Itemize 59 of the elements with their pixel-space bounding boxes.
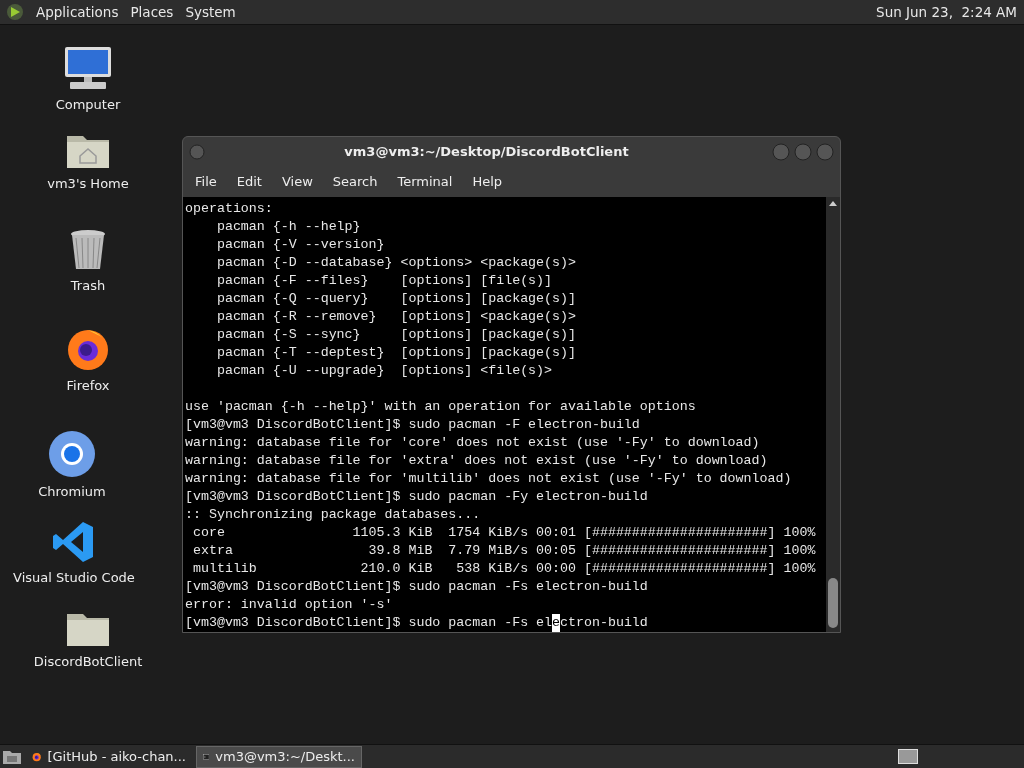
desktop-icon-label[interactable]: vm3's Home [47,174,129,194]
panel-clock: Sun Jun 23, 2:24 AM [876,2,1017,22]
terminal-line: pacman {-F --files} [options] [file(s)] [215,272,553,290]
terminal-line: pacman {-R --remove} [options] <package(s)> [215,308,576,326]
app-menu-logo-icon [6,3,24,21]
desktop-icon-label[interactable]: Trash [70,276,106,296]
window-title: vm3@vm3:~/Desktop/DiscordBotClient [343,143,630,162]
scrollbar[interactable] [826,197,840,632]
close-button-icon [816,143,834,161]
terminal-line: pacman {-T --deptest} [options] [package(s)] [215,344,576,362]
terminal-line: [vm3@vm3 DiscordBotClient]$ sudo pacman -Fs electron-build [185,578,648,596]
terminal-line: :: Synchronizing package databases... [185,506,481,524]
terminal-line: pacman {-D --database} <options> <package(s)> [215,254,576,272]
trash-icon [68,228,108,272]
terminal-line: error: invalid option '-s' [185,596,393,614]
maximize-button-icon [794,143,812,161]
terminal-line: pacman {-U --upgrade} [options] <file(s)> [215,362,553,380]
panel-menu[interactable]: Applications [36,1,119,23]
show-desktop-icon [2,748,22,765]
desktop-icon-label[interactable]: Computer [55,95,121,115]
code-editor-icon [52,520,96,564]
menu-item[interactable]: Help [464,172,511,192]
terminal-line: operations: [185,200,273,218]
taskbar-button[interactable]: [GitHub - aiko-chan... [26,745,192,768]
text-cursor: e [552,614,561,632]
terminal-line: use 'pacman {-h --help}' with an operation for available options [185,398,696,416]
terminal-line: extra 39.8 MiB 7.79 MiB/s 00:05 [######################] 100% [191,542,816,560]
desktop-icon-label[interactable]: Firefox [66,376,110,396]
terminal-line: ctron-build [560,614,648,632]
menu-item[interactable]: Search [324,172,386,192]
menu-item[interactable]: File [187,172,225,192]
window-menu-button-icon [189,144,205,160]
terminal-line: [vm3@vm3 DiscordBotClient]$ sudo pacman -Fs el [185,614,553,632]
terminal-line: pacman {-S --sync} [options] [package(s)] [215,326,576,344]
desktop-icon-label[interactable]: Visual Studio Code [13,568,135,588]
terminal-line: warning: database file for 'extra' does not exist (use '-Fy' to download) [185,452,768,470]
menu-item[interactable]: View [273,172,321,192]
taskbar-button[interactable]: vm3@vm3:~/Deskt... [196,745,362,768]
terminal-line: pacman {-V --version} [215,236,385,254]
terminal-line: core 1105.3 KiB 1754 KiB/s 00:01 [######################] 100% [191,524,816,542]
terminal-line: warning: database file for 'multilib' does not exist (use '-Fy' to download) [185,470,792,488]
panel-menu[interactable]: System [185,1,236,23]
panel-menu[interactable]: Places [130,1,174,23]
terminal-line: [vm3@vm3 DiscordBotClient]$ sudo pacman -Fy electron-build [185,488,648,506]
menu-item[interactable]: Edit [228,172,270,192]
workspace-switcher[interactable] [898,749,918,764]
computer-icon [62,45,114,91]
terminal-line: warning: database file for 'core' does not exist (use '-Fy' to download) [185,434,760,452]
terminal-line: multilib 210.0 KiB 538 KiB/s 00:00 [######################] 100% [191,560,816,578]
minimize-button-icon [772,143,790,161]
scroll-up-arrow-icon [828,199,838,207]
terminal-line: pacman {-Q --query} [options] [package(s)] [215,290,576,308]
menu-item[interactable]: Terminal [389,172,461,192]
scrollbar-thumb[interactable] [828,578,838,628]
chromium-icon [48,430,96,478]
terminal-line: [vm3@vm3 DiscordBotClient]$ sudo pacman -F electron-build [185,416,640,434]
desktop-icon-label[interactable]: DiscordBotClient [33,652,143,672]
terminal-line: pacman {-h --help} [215,218,361,236]
desktop-icon-label[interactable]: Chromium [38,482,106,502]
